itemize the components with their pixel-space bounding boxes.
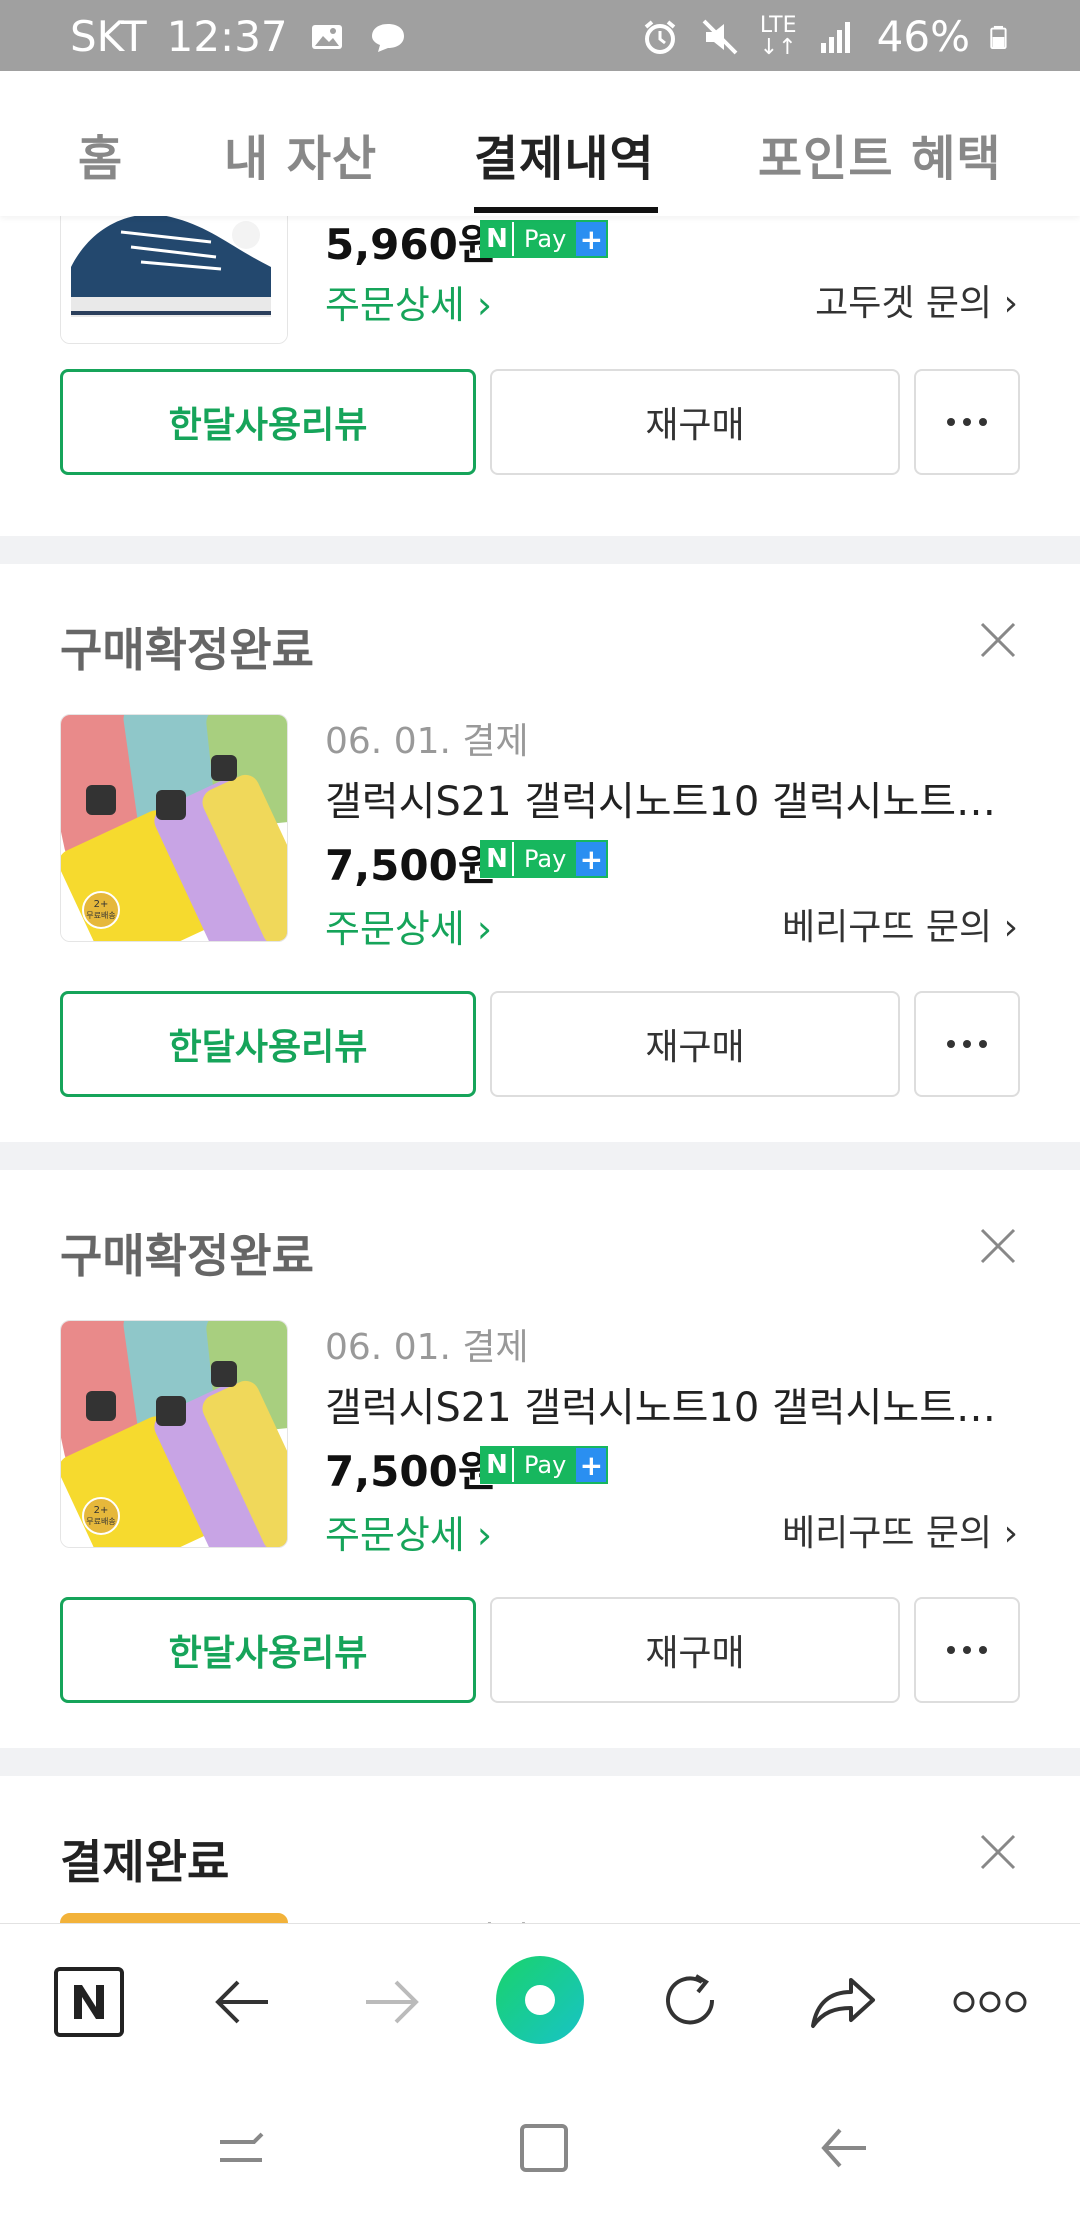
home-nav-icon[interactable]	[516, 2120, 572, 2176]
order-detail-link[interactable]: 주문상세 ›	[325, 1504, 492, 1559]
tab-home[interactable]: 홈	[78, 119, 123, 189]
payment-date: 05. 05. 결제	[325, 1911, 529, 1923]
monthly-review-button[interactable]: 한달사용리뷰	[60, 369, 476, 475]
order-status: 구매확정완료	[60, 623, 314, 677]
npay-plus-badge: N Pay +	[480, 220, 609, 258]
forward-button[interactable]	[350, 1960, 434, 2044]
svg-text:무료배송: 무료배송	[86, 911, 115, 920]
close-icon[interactable]	[978, 1226, 1018, 1266]
seller-inquiry-link[interactable]: 베리구뜨 문의 ›	[782, 1504, 1018, 1556]
top-tabs: 홈 내 자산 결제내역 포인트 혜택	[0, 71, 1080, 216]
order-status: 구매확정완료	[60, 1229, 314, 1283]
price: 7,500원	[325, 841, 497, 890]
share-button[interactable]	[800, 1960, 884, 2044]
chat-icon	[371, 23, 404, 52]
svg-text:2+: 2+	[94, 899, 109, 910]
svg-text:2+: 2+	[94, 1505, 109, 1516]
close-icon[interactable]	[978, 620, 1018, 660]
product-name[interactable]: 갤럭시S21 갤럭시노트10 갤럭시노트20 팝잇 케이스	[325, 769, 1015, 827]
alarm-icon	[644, 19, 676, 54]
more-options-button[interactable]	[914, 1597, 1020, 1703]
refresh-button[interactable]	[648, 1960, 732, 2044]
more-icon	[953, 1991, 1027, 2013]
order-detail-link[interactable]: 주문상세 ›	[325, 898, 492, 953]
signal-icon	[820, 21, 850, 53]
rebuy-button[interactable]: 재구매	[490, 1597, 900, 1703]
sneaker-image	[61, 216, 287, 343]
system-nav-bar	[0, 2078, 1080, 2220]
payment-date: 06. 01. 결제	[325, 1327, 529, 1368]
more-options-button[interactable]	[914, 369, 1020, 475]
naver-home-icon	[54, 1967, 124, 2037]
product-name[interactable]: 갤럭시S21 갤럭시노트10 갤럭시노트20 팝잇 케이스	[325, 1375, 1015, 1433]
order-card: 구매확정완료 2+ 무료배송 06. 01. 결제 갤럭시S21 갤럭시노트10…	[0, 1170, 1080, 1748]
carrier: SKT	[70, 12, 147, 61]
monthly-review-button[interactable]: 한달사용리뷰	[60, 991, 476, 1097]
browser-toolbar	[0, 1923, 1080, 2079]
tab-point-benefits[interactable]: 포인트 혜택	[758, 119, 1002, 189]
more-dots-icon	[947, 418, 987, 426]
price: 5,960원	[325, 220, 497, 269]
seller-inquiry-link[interactable]: 베리구뜨 문의 ›	[782, 898, 1018, 950]
mute-icon	[702, 19, 738, 54]
more-menu-button[interactable]	[948, 1960, 1032, 2044]
order-status: 결제완료	[60, 1835, 230, 1889]
green-dot-icon	[496, 1956, 584, 2044]
payment-date: 06. 01. 결제	[325, 721, 529, 762]
active-tab-indicator	[474, 207, 658, 213]
order-card: 결제완료 05. 05. 결제	[0, 1776, 1080, 1923]
svg-text:무료배송: 무료배송	[86, 1517, 115, 1526]
recent-apps-icon[interactable]	[214, 2120, 270, 2176]
product-thumbnail[interactable]	[60, 1913, 288, 1923]
share-icon	[811, 1978, 875, 2028]
refresh-icon	[666, 1974, 715, 2025]
rebuy-button[interactable]: 재구매	[490, 991, 900, 1097]
close-icon[interactable]	[978, 1832, 1018, 1872]
seller-inquiry-link[interactable]: 고두겟 문의 ›	[815, 274, 1018, 326]
product-thumbnail[interactable]	[60, 216, 288, 344]
phone-case-image: 2+ 무료배송	[61, 715, 287, 941]
rebuy-button[interactable]: 재구매	[490, 369, 900, 475]
order-card: 구매확정완료 2+ 무료배송 06. 01. 결제 갤럭시S21 갤럭시노트10…	[0, 564, 1080, 1142]
more-options-button[interactable]	[914, 991, 1020, 1097]
naver-home-button[interactable]	[47, 1960, 131, 2044]
more-dots-icon	[947, 1040, 987, 1048]
network-type: LTE ↓↑	[759, 12, 797, 60]
screen: SKT 12:37 LTE↓↑ 46% 홈 내 자산 결제내역 포인트 혜택	[0, 0, 1080, 2220]
tab-payment-history[interactable]: 결제내역	[474, 119, 655, 189]
battery-icon	[990, 25, 1007, 49]
product-thumbnail[interactable]: 2+ 무료배송	[60, 714, 288, 942]
green-dot-button[interactable]	[496, 1956, 584, 2044]
forward-icon	[366, 1980, 419, 2024]
monthly-review-button[interactable]: 한달사용리뷰	[60, 1597, 476, 1703]
npay-plus-badge: N Pay +	[480, 1446, 609, 1484]
tab-my-assets[interactable]: 내 자산	[224, 119, 377, 189]
phone-case-image: 2+ 무료배송	[61, 1321, 287, 1547]
product-thumbnail[interactable]: 2+ 무료배송	[60, 1320, 288, 1548]
more-dots-icon	[947, 1646, 987, 1654]
order-detail-link[interactable]: 주문상세 ›	[325, 274, 492, 329]
npay-plus-badge: N Pay +	[480, 840, 609, 878]
clock: 12:37	[166, 12, 288, 61]
status-bar: SKT 12:37 LTE ↓↑ 46%	[0, 0, 1080, 71]
gallery-icon	[311, 24, 342, 49]
back-button[interactable]	[200, 1960, 284, 2044]
payment-history-list[interactable]: 5,960원 N Pay + 주문상세 › 고두겟 문의 › 한달사용리뷰 재구매 …	[0, 216, 1080, 1923]
battery-level: 46%	[876, 12, 970, 61]
price: 7,500원	[325, 1447, 497, 1496]
back-nav-icon[interactable]	[816, 2120, 872, 2176]
back-icon	[215, 1980, 268, 2024]
order-card: 5,960원 N Pay + 주문상세 › 고두겟 문의 › 한달사용리뷰 재구매	[0, 216, 1080, 536]
